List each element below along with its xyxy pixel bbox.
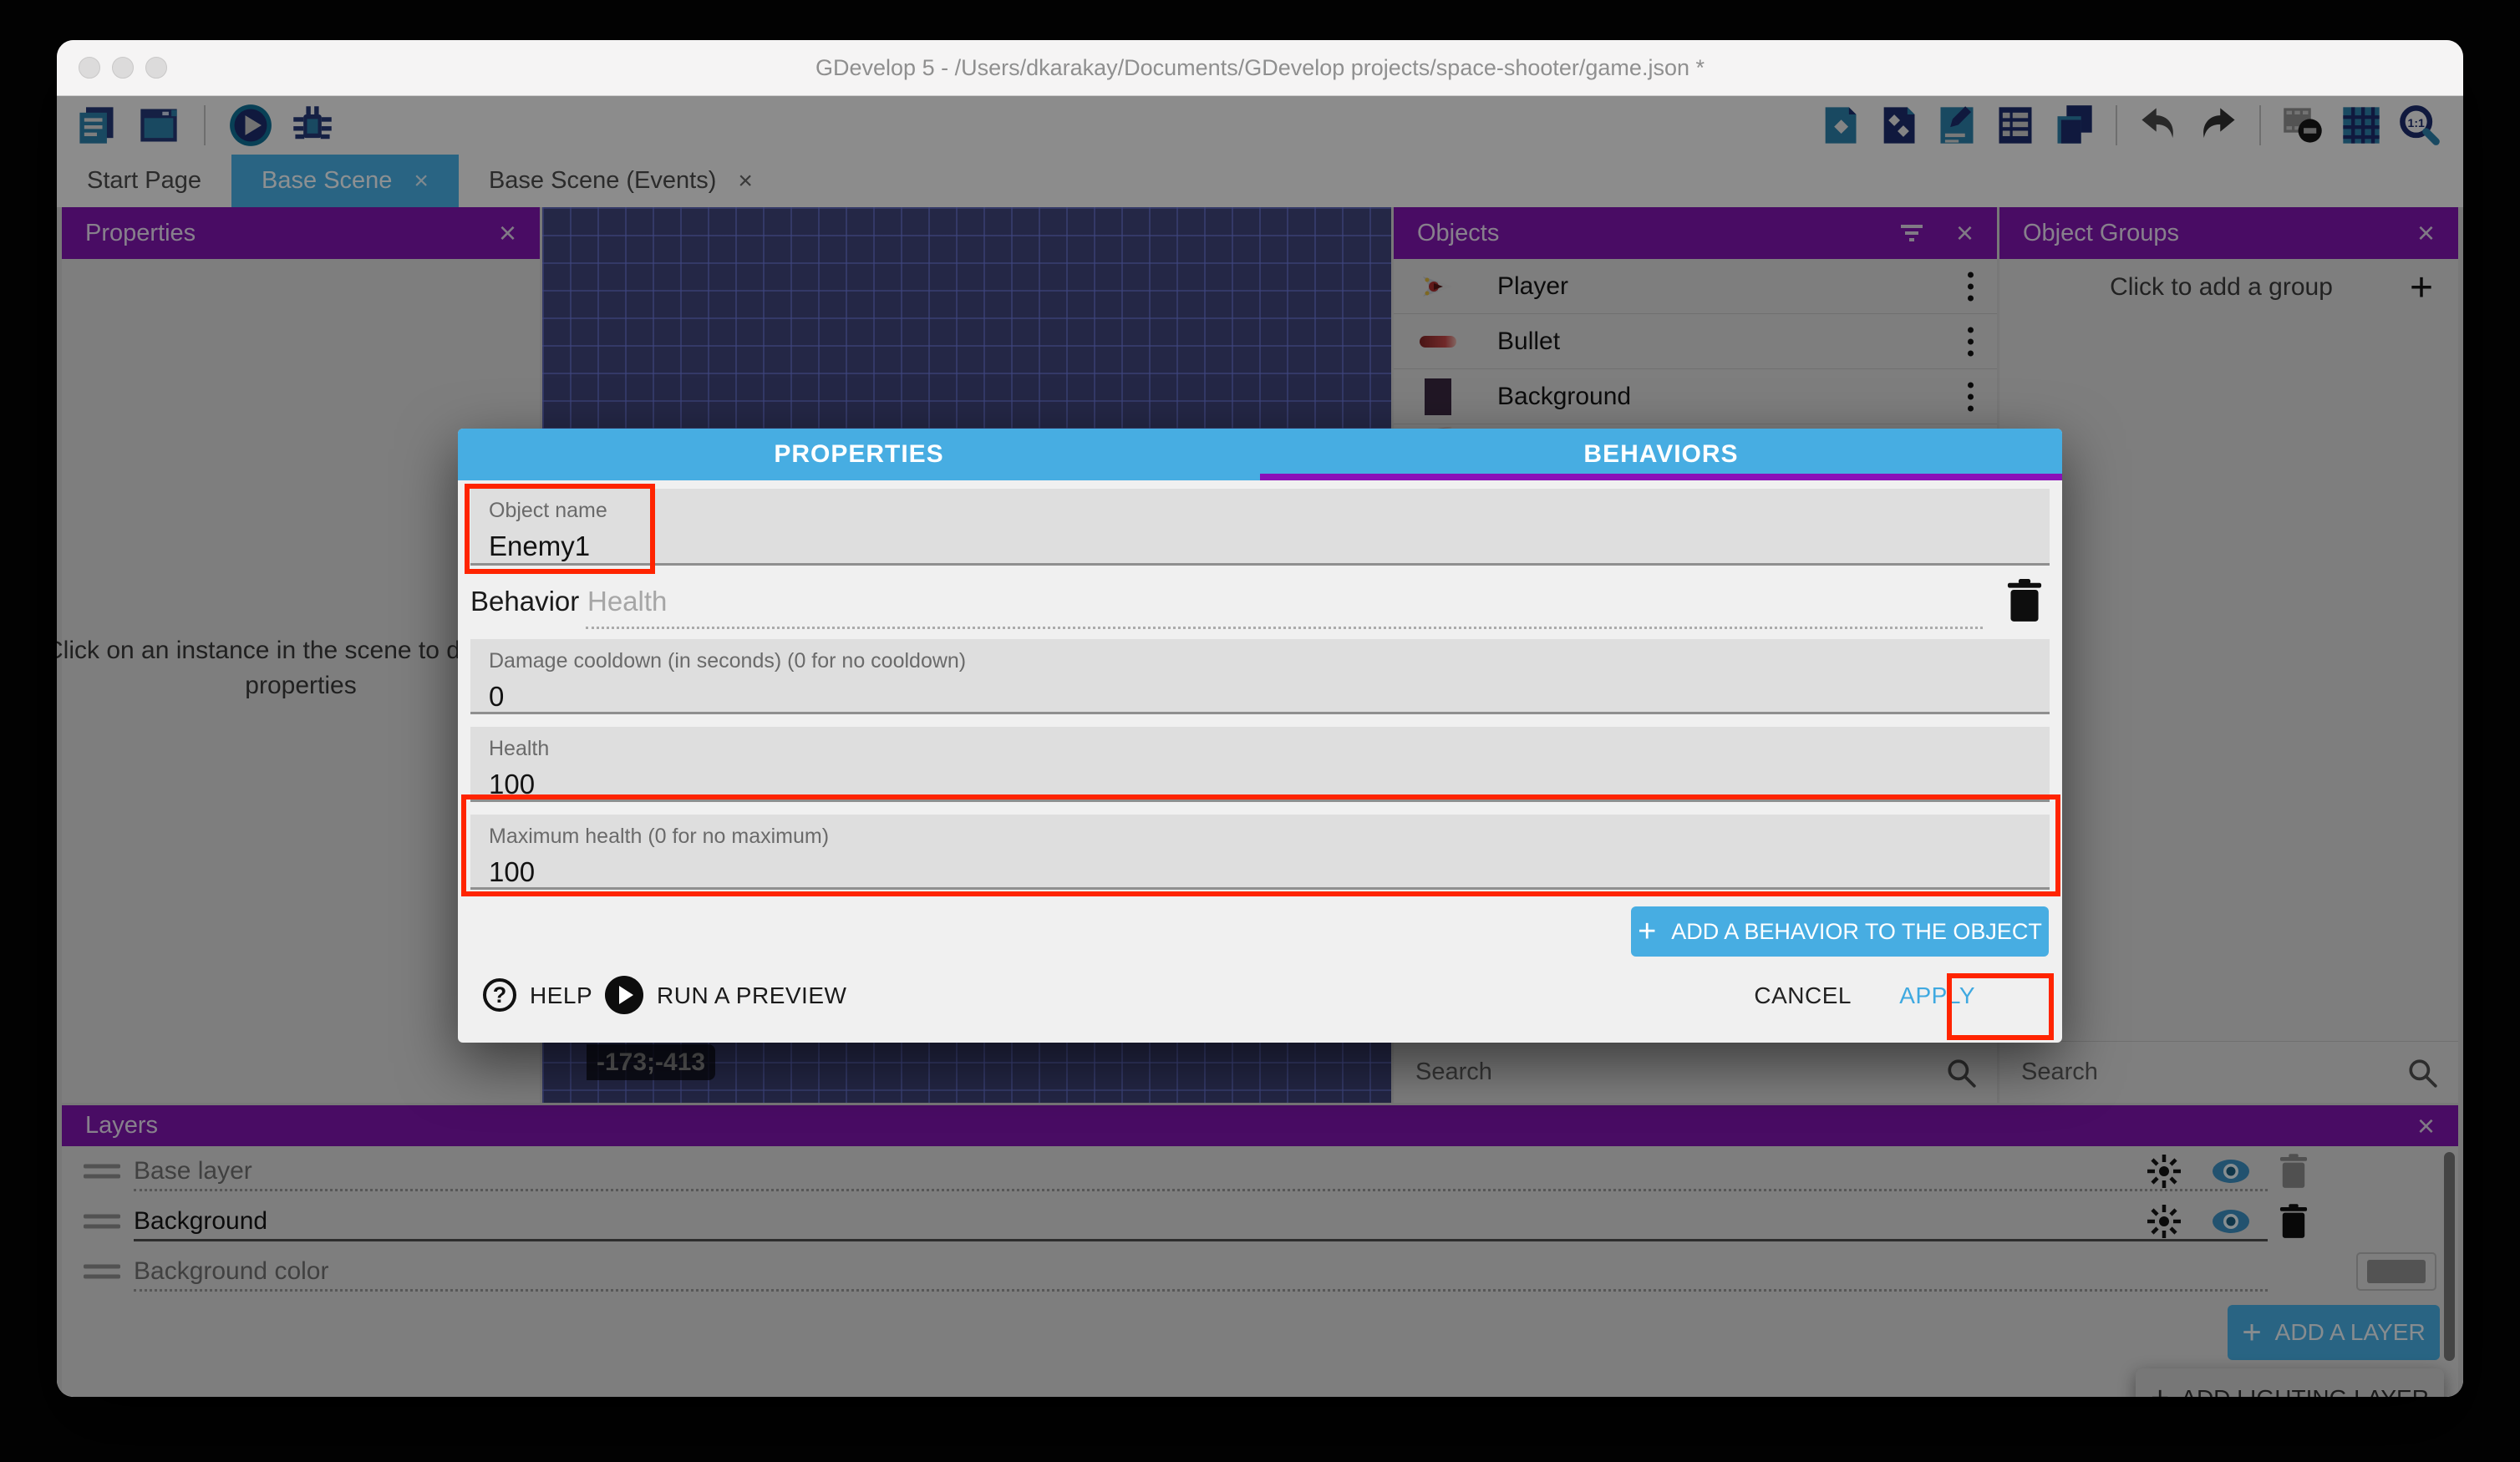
object-name-label: Object name bbox=[489, 499, 2031, 523]
object-name-field[interactable]: Object name Enemy1 bbox=[470, 489, 2050, 566]
object-name-value: Enemy1 bbox=[489, 530, 2031, 562]
damage-cooldown-field[interactable]: Damage cooldown (in seconds) (0 for no c… bbox=[470, 639, 2050, 714]
behavior-header-row: Behavior Health bbox=[470, 577, 2050, 631]
object-editor-dialog: PROPERTIES BEHAVIORS Object name Enemy1 … bbox=[458, 429, 2062, 1043]
delete-behavior-trash-icon[interactable] bbox=[2006, 579, 2045, 624]
behavior-name-underline bbox=[586, 627, 1983, 629]
field-label: Damage cooldown (in seconds) (0 for no c… bbox=[489, 649, 2031, 673]
help-label: HELP bbox=[530, 982, 592, 1009]
behavior-label: Behavior bbox=[470, 586, 579, 617]
titlebar: GDevelop 5 - /Users/dkarakay/Documents/G… bbox=[57, 40, 2463, 96]
annotation-object-name bbox=[465, 484, 655, 574]
run-preview-button[interactable]: RUN A PREVIEW bbox=[605, 976, 846, 1014]
dialog-tab-properties[interactable]: PROPERTIES bbox=[458, 429, 1260, 480]
field-label: Health bbox=[489, 737, 2031, 761]
annotation-maximum-health bbox=[461, 794, 2060, 896]
plus-icon: + bbox=[1638, 914, 1656, 950]
add-behavior-label: ADD A BEHAVIOR TO THE OBJECT bbox=[1671, 919, 2042, 945]
dialog-tab-behaviors[interactable]: BEHAVIORS bbox=[1260, 429, 2062, 480]
window-title: GDevelop 5 - /Users/dkarakay/Documents/G… bbox=[57, 40, 2463, 96]
help-button[interactable]: ? HELP bbox=[483, 976, 592, 1014]
play-icon bbox=[605, 976, 643, 1014]
dialog-actions-row: ? HELP RUN A PREVIEW CANCEL APPLY bbox=[458, 976, 2062, 1043]
dialog-tabbar: PROPERTIES BEHAVIORS bbox=[458, 429, 2062, 480]
help-question-icon: ? bbox=[483, 978, 516, 1012]
run-preview-label: RUN A PREVIEW bbox=[657, 982, 846, 1009]
health-field[interactable]: Health 100 bbox=[470, 727, 2050, 802]
app-window: GDevelop 5 - /Users/dkarakay/Documents/G… bbox=[57, 40, 2463, 1397]
dialog-tab-label: PROPERTIES bbox=[774, 440, 943, 469]
field-value: 0 bbox=[489, 681, 2031, 713]
dialog-tab-label: BEHAVIORS bbox=[1583, 440, 1738, 469]
cancel-button[interactable]: CANCEL bbox=[1754, 982, 1852, 1009]
active-tab-indicator bbox=[1260, 474, 2062, 480]
behavior-name-input[interactable]: Health bbox=[587, 586, 667, 617]
add-behavior-button[interactable]: + ADD A BEHAVIOR TO THE OBJECT bbox=[1631, 906, 2049, 957]
annotation-apply-button bbox=[1947, 973, 2054, 1040]
